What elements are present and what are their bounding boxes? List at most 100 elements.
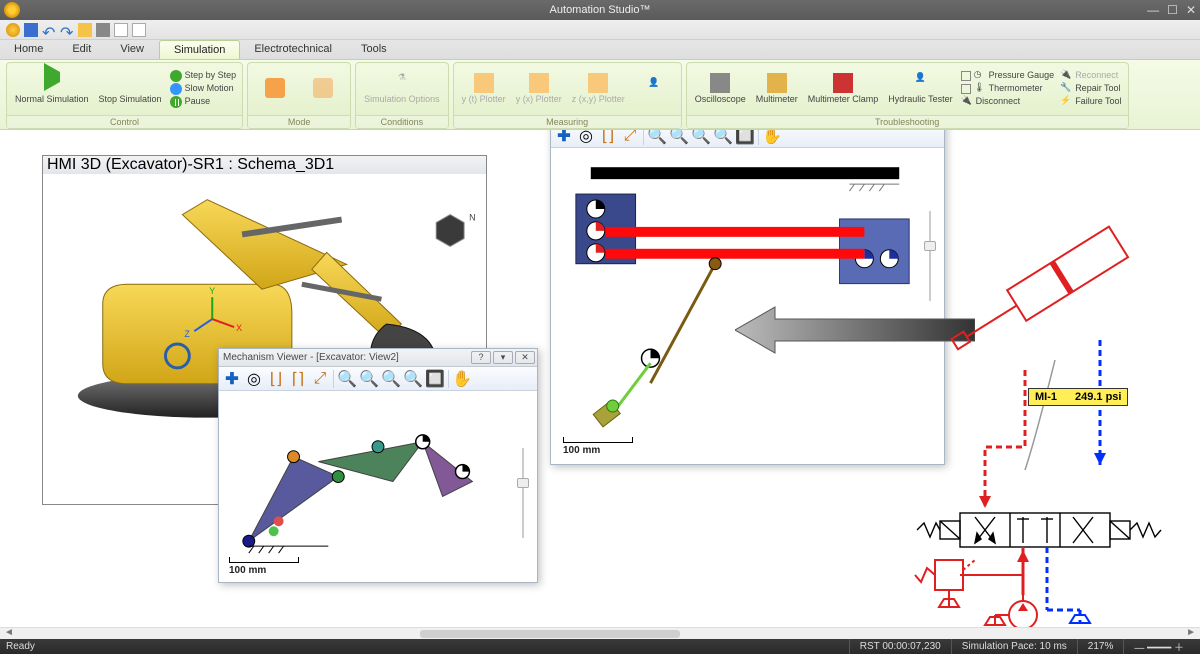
- multimeter-icon: [767, 73, 787, 93]
- new-icon[interactable]: [6, 23, 20, 37]
- flask-icon: ⚗: [392, 73, 412, 93]
- failure-tool-button[interactable]: ⚡Failure Tool: [1060, 96, 1121, 108]
- group-control-label: Control: [7, 115, 242, 128]
- mechanism-viewer-2[interactable]: Mechanism Viewer - [Excavator: View2] ?▾…: [218, 348, 538, 583]
- simulation-options-button[interactable]: ⚗ Simulation Options: [362, 71, 442, 106]
- play-icon: [42, 73, 62, 93]
- person-plotter-button[interactable]: 👤: [633, 76, 675, 102]
- zoom-sel2-icon[interactable]: 🔍: [360, 370, 378, 388]
- zoom-box-icon[interactable]: 🔲: [736, 130, 754, 145]
- repair-tool-button[interactable]: 🔧Repair Tool: [1060, 83, 1121, 95]
- add-icon[interactable]: ✚: [223, 370, 241, 388]
- thermometer-button[interactable]: 🌡Thermometer: [961, 83, 1055, 95]
- zoom-sel-icon[interactable]: 🔍: [648, 130, 666, 145]
- wrench-icon: 🔧: [1060, 83, 1072, 95]
- yx-plotter-button[interactable]: y (x) Plotter: [514, 71, 564, 106]
- reconnect-button[interactable]: 🔌Reconnect: [1060, 70, 1121, 82]
- checkbox-icon: [961, 71, 971, 81]
- disconnect-button[interactable]: 🔌Disconnect: [961, 96, 1055, 108]
- mechanism-viewer-1[interactable]: Mechanism Viewer - [Mechanism_1: View1] …: [550, 130, 945, 465]
- step-by-step-button[interactable]: Step by Step: [170, 70, 237, 82]
- person-icon: 👤: [644, 78, 664, 98]
- tab-view[interactable]: View: [106, 40, 159, 59]
- zoom-in-icon[interactable]: 🔍: [692, 130, 710, 145]
- add-icon[interactable]: ✚: [555, 130, 573, 145]
- zoom-sel2-icon[interactable]: 🔍: [670, 130, 688, 145]
- folder-icon[interactable]: [78, 23, 92, 37]
- mech2-titlebar[interactable]: Mechanism Viewer - [Excavator: View2] ?▾…: [219, 349, 537, 367]
- stop-simulation-button[interactable]: Stop Simulation: [97, 71, 164, 106]
- mech2-toolbar: ✚ ◎ ⌊⌋ ⌈⌉ ⤢ 🔍 🔍 🔍 🔍 🔲 ✋: [219, 367, 537, 391]
- snap1-icon[interactable]: ⌊⌋: [267, 370, 285, 388]
- mech2-canvas[interactable]: 100 mm: [219, 391, 537, 582]
- normal-simulation-button[interactable]: Normal Simulation: [13, 71, 91, 106]
- svg-text:Z: Z: [184, 329, 190, 339]
- zoom-in-icon[interactable]: 🔍: [382, 370, 400, 388]
- oscilloscope-button[interactable]: Oscilloscope: [693, 71, 748, 106]
- snap1-icon[interactable]: ⌊⌋: [599, 130, 617, 145]
- doc2-icon[interactable]: [132, 23, 146, 37]
- mode1-icon: [265, 78, 285, 98]
- pin-button[interactable]: ▾: [493, 351, 513, 364]
- snap2-icon[interactable]: ⌈⌉: [289, 370, 307, 388]
- zoom-out-icon[interactable]: 🔍: [404, 370, 422, 388]
- plot-zxy-icon: [588, 73, 608, 93]
- mode-toggle-2[interactable]: [302, 76, 344, 102]
- zoom-slider[interactable]: [517, 448, 529, 538]
- slowmo-icon: [170, 83, 182, 95]
- mode-toggle-1[interactable]: [254, 76, 296, 102]
- tab-tools[interactable]: Tools: [347, 40, 402, 59]
- hydraulic-icon: 👤: [910, 73, 930, 93]
- svg-text:X: X: [236, 323, 242, 333]
- maximize-button[interactable]: ☐: [1167, 3, 1178, 17]
- hmi-3d-title: HMI 3D (Excavator)-SR1 : Schema_3D1: [47, 156, 334, 173]
- zoom-box-icon[interactable]: 🔲: [426, 370, 444, 388]
- status-ready: Ready: [6, 641, 35, 652]
- close-button[interactable]: ✕: [515, 351, 535, 364]
- zoom-sel-icon[interactable]: 🔍: [338, 370, 356, 388]
- close-button[interactable]: ✕: [1186, 3, 1196, 17]
- zoom-controls[interactable]: — ━━━━ ＋: [1123, 639, 1194, 654]
- target-icon[interactable]: ◎: [245, 370, 263, 388]
- hydraulic-schematic[interactable]: [905, 215, 1195, 630]
- save-icon[interactable]: [24, 23, 38, 37]
- slow-motion-button[interactable]: Slow Motion: [170, 83, 237, 95]
- gauge-icon: ◷: [974, 70, 986, 82]
- menu-tabs: Home Edit View Simulation Electrotechnic…: [0, 40, 1200, 60]
- pressure-gauge-button[interactable]: ◷Pressure Gauge: [961, 70, 1055, 82]
- window-buttons: — ☐ ✕: [1147, 3, 1196, 17]
- reconnect-icon: 🔌: [1060, 70, 1072, 82]
- redo-icon[interactable]: ↷: [60, 23, 74, 37]
- undo-icon[interactable]: ↶: [42, 23, 56, 37]
- tab-simulation[interactable]: Simulation: [159, 40, 240, 59]
- hydraulic-tester-button[interactable]: 👤Hydraulic Tester: [886, 71, 954, 106]
- pan-icon[interactable]: ✋: [763, 130, 781, 145]
- doc-icon[interactable]: [114, 23, 128, 37]
- help-button[interactable]: ?: [471, 351, 491, 364]
- multimeter-button[interactable]: Multimeter: [754, 71, 800, 106]
- clamp-icon: [833, 73, 853, 93]
- tab-home[interactable]: Home: [0, 40, 58, 59]
- checkbox-icon: [961, 84, 971, 94]
- plot-yt-icon: [474, 73, 494, 93]
- pause-button[interactable]: Pause: [170, 96, 237, 108]
- pan-icon[interactable]: ✋: [453, 370, 471, 388]
- zxy-plotter-button[interactable]: z (x,y) Plotter: [570, 71, 627, 106]
- print-icon[interactable]: [96, 23, 110, 37]
- h-scrollbar[interactable]: ◄ ►: [0, 627, 1200, 639]
- tab-electrotechnical[interactable]: Electrotechnical: [240, 40, 347, 59]
- scale-label: 100 mm: [563, 437, 633, 456]
- tab-edit[interactable]: Edit: [58, 40, 106, 59]
- workspace: HMI 3D (Excavator)-SR1 : Schema_3D1 — ☐ …: [0, 130, 1200, 639]
- minimize-button[interactable]: —: [1147, 3, 1159, 17]
- pressure-gauge-label[interactable]: MI-1 249.1 psi: [1028, 388, 1128, 406]
- snap2-icon[interactable]: ⤢: [621, 130, 639, 145]
- fit-icon[interactable]: ⤢: [311, 370, 329, 388]
- hmi-3d-titlebar[interactable]: HMI 3D (Excavator)-SR1 : Schema_3D1 — ☐ …: [43, 156, 486, 174]
- target-icon[interactable]: ◎: [577, 130, 595, 145]
- multimeter-clamp-button[interactable]: Multimeter Clamp: [806, 71, 881, 106]
- status-rst: RST 00:00:07,230: [849, 639, 951, 654]
- zoom-out-icon[interactable]: 🔍: [714, 130, 732, 145]
- yt-plotter-button[interactable]: y (t) Plotter: [460, 71, 508, 106]
- mode2-icon: [313, 78, 333, 98]
